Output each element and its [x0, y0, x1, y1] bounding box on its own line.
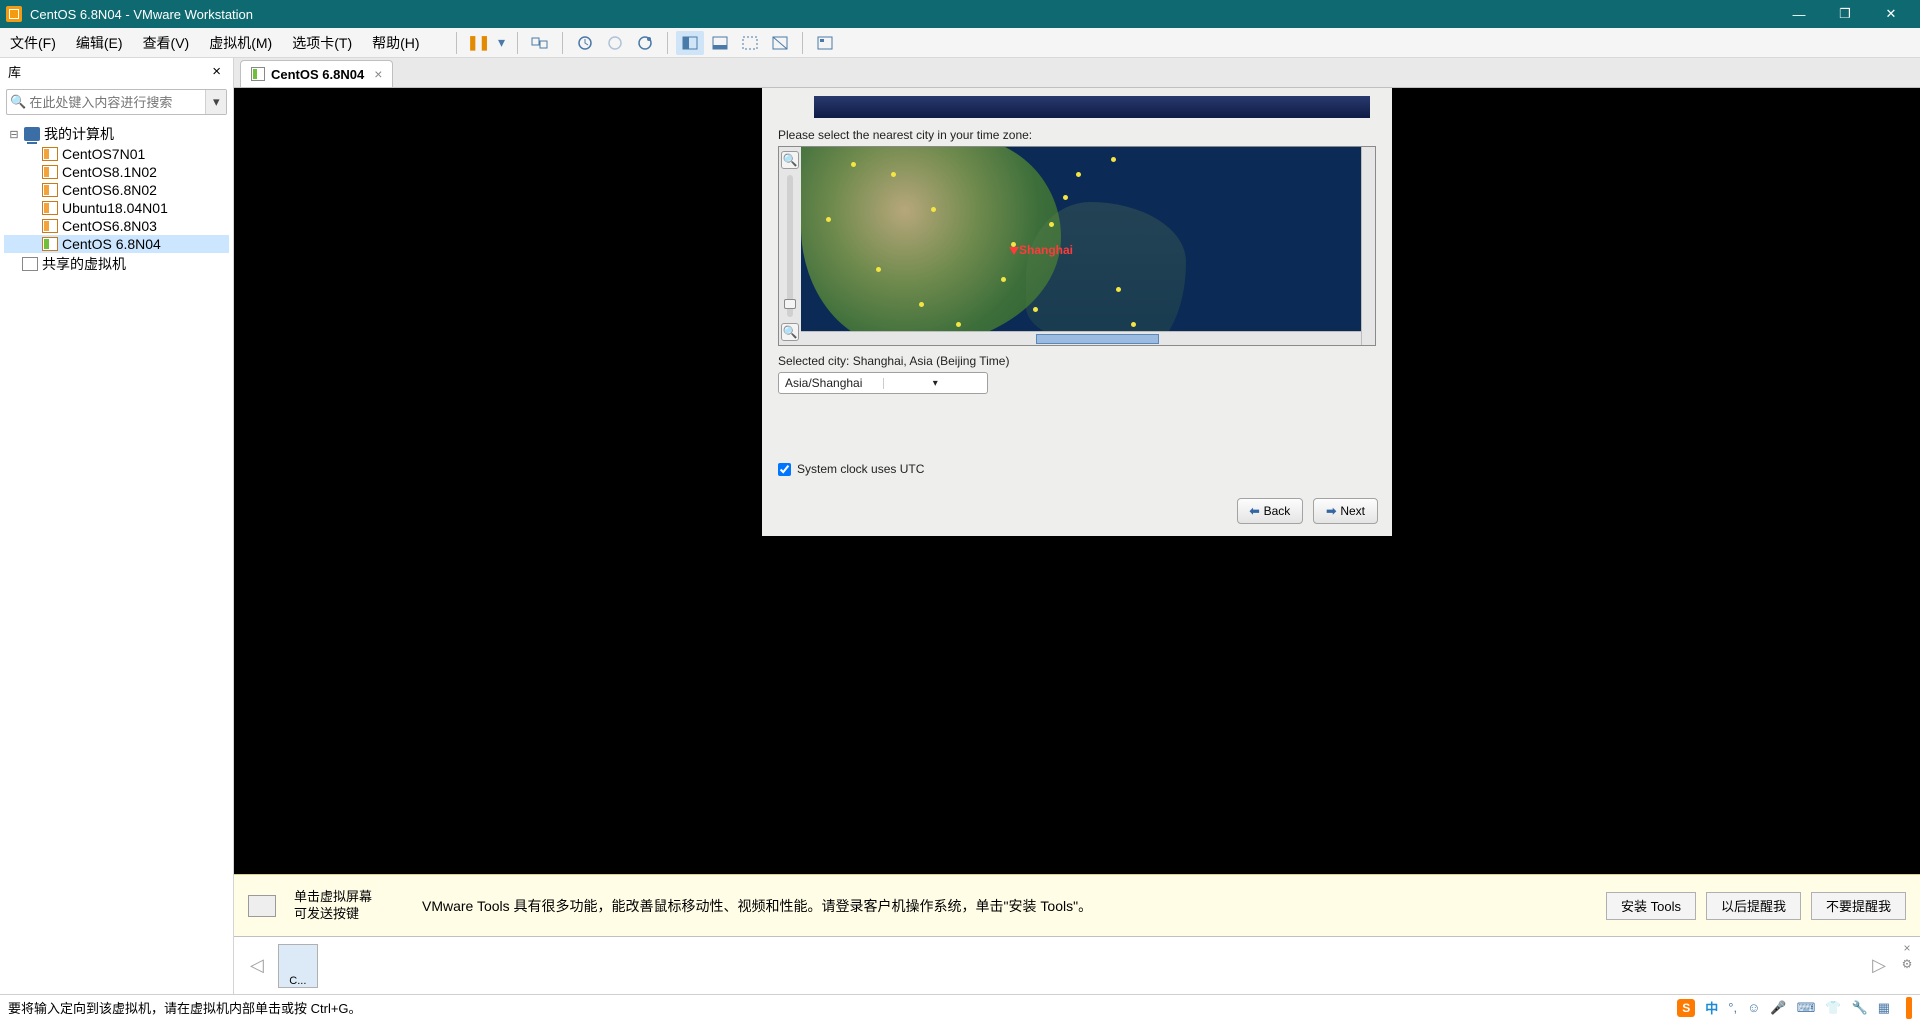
tools-icon [248, 895, 276, 917]
library-sidebar: 库 × 🔍 ▾ ⊟ 我的计算机 CentOS7N01 CentOS8.1N02 … [0, 58, 234, 994]
zoom-slider[interactable] [787, 175, 793, 317]
tree-vm-item[interactable]: CentOS7N01 [4, 145, 229, 163]
tree-shared-vms[interactable]: 共享的虚拟机 [4, 253, 229, 275]
city-marker-shanghai[interactable]: Shanghai [1019, 243, 1073, 257]
statusbar: 要将输入定向到该虚拟机，请在虚拟机内部单击或按 Ctrl+G。 S 中 °, ☺… [0, 994, 1920, 1020]
tree-vm-item[interactable]: Ubuntu18.04N01 [4, 199, 229, 217]
installer-banner [814, 96, 1370, 118]
map-vscrollbar[interactable] [1361, 147, 1375, 345]
vm-icon [42, 201, 58, 215]
map-hscrollbar[interactable] [801, 331, 1361, 345]
tab-active-vm[interactable]: CentOS 6.8N04 × [240, 60, 393, 87]
utc-label: System clock uses UTC [797, 462, 924, 476]
menu-help[interactable]: 帮助(H) [368, 30, 423, 56]
tray-smile-icon[interactable]: ☺ [1747, 1000, 1760, 1015]
zoom-in-button[interactable]: 🔍 [781, 151, 799, 169]
vm-display-area[interactable]: Please select the nearest city in your t… [234, 88, 1920, 874]
computer-icon [24, 127, 40, 141]
sidebar-close-button[interactable]: × [208, 63, 225, 80]
tray-user-icon[interactable]: 👕 [1825, 1000, 1841, 1016]
window-titlebar: CentOS 6.8N04 - VMware Workstation — ❐ ✕ [0, 0, 1920, 28]
menu-edit[interactable]: 编辑(E) [72, 30, 127, 56]
vm-icon [42, 147, 58, 161]
tray-handle[interactable] [1906, 997, 1912, 1019]
thumb-close-button[interactable]: × [1900, 941, 1914, 955]
thumb-prev-button[interactable]: ◁ [242, 955, 272, 976]
vm-icon [42, 165, 58, 179]
install-tools-button[interactable]: 安装 Tools [1606, 892, 1696, 920]
tray-punct-icon[interactable]: °, [1728, 1000, 1737, 1015]
send-ctrl-alt-del-button[interactable] [526, 31, 554, 55]
timezone-map[interactable]: Shanghai [801, 147, 1361, 331]
sidebar-title: 库 [8, 62, 208, 81]
fullscreen-button[interactable] [736, 31, 764, 55]
toolbar: ❚❚ ▾ [450, 31, 839, 55]
view-thumbnail-button[interactable] [706, 31, 734, 55]
click-hint: 单击虚拟屏幕 可发送按键 [294, 889, 404, 923]
status-message: 要将输入定向到该虚拟机，请在虚拟机内部单击或按 Ctrl+G。 [8, 998, 1677, 1017]
menu-file[interactable]: 文件(F) [6, 30, 60, 56]
zoom-out-button[interactable]: 🔍 [781, 323, 799, 341]
timezone-prompt: Please select the nearest city in your t… [778, 128, 1376, 142]
search-dropdown[interactable]: ▾ [205, 90, 226, 114]
tree-vm-item[interactable]: CentOS6.8N03 [4, 217, 229, 235]
vm-thumbnail[interactable]: C... [278, 944, 318, 988]
timezone-map-container: 🔍 🔍 [778, 146, 1376, 346]
maximize-button[interactable]: ❐ [1822, 0, 1868, 28]
combo-dropdown-icon[interactable]: ▾ [883, 378, 988, 389]
thumbnail-strip: ◁ C... ▷ × ⚙ [234, 936, 1920, 994]
thumb-next-button[interactable]: ▷ [1864, 955, 1894, 976]
tray-keyboard-icon[interactable]: ⌨ [1797, 1000, 1816, 1016]
vmware-tools-bar: 单击虚拟屏幕 可发送按键 VMware Tools 具有很多功能，能改善鼠标移动… [234, 874, 1920, 936]
next-button[interactable]: ➡Next [1313, 498, 1378, 524]
minimize-button[interactable]: — [1776, 0, 1822, 28]
tray-grid-icon[interactable]: ▦ [1878, 1000, 1890, 1016]
snapshot-button[interactable] [571, 31, 599, 55]
menu-vm[interactable]: 虚拟机(M) [205, 30, 276, 56]
tray-mic-icon[interactable]: 🎤 [1770, 1000, 1786, 1016]
sidebar-search[interactable]: 🔍 ▾ [6, 89, 227, 115]
vm-tree: ⊟ 我的计算机 CentOS7N01 CentOS8.1N02 CentOS6.… [0, 119, 233, 279]
menubar: 文件(F) 编辑(E) 查看(V) 虚拟机(M) 选项卡(T) 帮助(H) ❚❚… [0, 28, 1920, 58]
menu-view[interactable]: 查看(V) [139, 30, 194, 56]
remind-later-button[interactable]: 以后提醒我 [1706, 892, 1801, 920]
tree-vm-item[interactable]: CentOS6.8N02 [4, 181, 229, 199]
timezone-combo[interactable]: Asia/Shanghai ▾ [778, 372, 988, 394]
menu-tabs[interactable]: 选项卡(T) [288, 30, 356, 56]
tab-strip: CentOS 6.8N04 × [234, 58, 1920, 88]
tab-close-button[interactable]: × [374, 66, 382, 82]
tray-tool-icon[interactable]: 🔧 [1852, 1000, 1868, 1016]
back-button[interactable]: ⬅Back [1237, 498, 1304, 524]
vm-icon [42, 237, 58, 251]
vm-icon [251, 67, 265, 81]
manage-snapshot-button[interactable] [631, 31, 659, 55]
view-console-button[interactable] [676, 31, 704, 55]
unity-button[interactable] [766, 31, 794, 55]
selected-city-label: Selected city: Shanghai, Asia (Beijing T… [778, 354, 1376, 368]
system-tray: S 中 °, ☺ 🎤 ⌨ 👕 🔧 ▦ [1677, 997, 1912, 1019]
vm-icon [42, 183, 58, 197]
tree-vm-item-active[interactable]: CentOS 6.8N04 [4, 235, 229, 253]
tree-my-computer[interactable]: ⊟ 我的计算机 [4, 123, 229, 145]
pause-button[interactable]: ❚❚ [465, 31, 493, 55]
centos-installer-window: Please select the nearest city in your t… [762, 88, 1392, 536]
power-dropdown[interactable]: ▾ [495, 31, 509, 55]
search-icon: 🔍 [7, 94, 29, 110]
revert-snapshot-button[interactable] [601, 31, 629, 55]
sogou-ime-icon[interactable]: S [1677, 999, 1695, 1017]
app-icon [6, 6, 22, 22]
utc-checkbox[interactable] [778, 463, 791, 476]
ime-lang-indicator[interactable]: 中 [1705, 998, 1718, 1017]
tree-vm-item[interactable]: CentOS8.1N02 [4, 163, 229, 181]
window-title: CentOS 6.8N04 - VMware Workstation [30, 7, 1776, 22]
library-button[interactable] [811, 31, 839, 55]
shared-icon [22, 257, 38, 271]
never-remind-button[interactable]: 不要提醒我 [1811, 892, 1906, 920]
search-input[interactable] [29, 95, 205, 110]
tools-message: VMware Tools 具有很多功能，能改善鼠标移动性、视频和性能。请登录客户… [422, 896, 1588, 916]
close-button[interactable]: ✕ [1868, 0, 1914, 28]
thumb-settings-button[interactable]: ⚙ [1900, 957, 1914, 971]
vm-icon [42, 219, 58, 233]
